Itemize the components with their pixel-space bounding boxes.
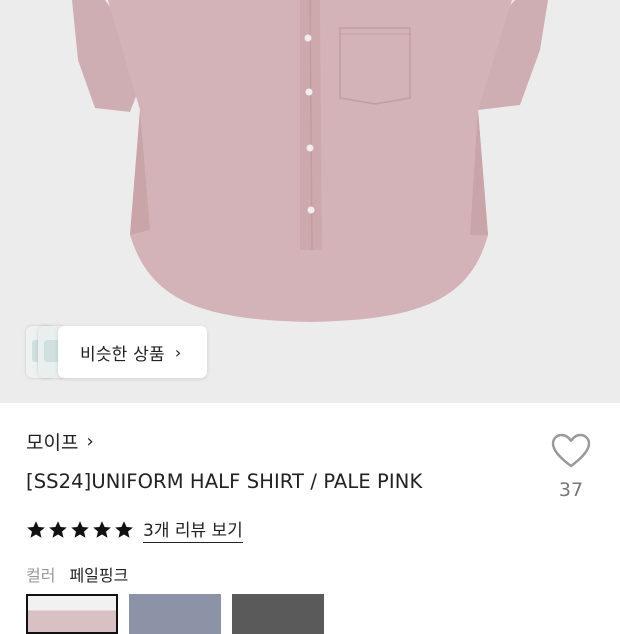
chevron-right-icon: › <box>174 342 182 362</box>
similar-products-chip[interactable]: 비슷한 상품 › <box>58 326 207 378</box>
star-icon <box>93 520 111 538</box>
star-icon <box>71 520 89 538</box>
product-image[interactable]: 비슷한 상품 › <box>0 0 620 403</box>
color-label: 컬러 <box>26 566 56 585</box>
review-link[interactable]: 3개 리뷰 보기 <box>143 516 243 543</box>
rating-row: 3개 리뷰 보기 <box>26 516 243 543</box>
star-icon <box>27 520 45 538</box>
like-count: 37 <box>558 479 584 501</box>
product-title: [SS24]UNIFORM HALF SHIRT / PALE PINK <box>26 470 423 493</box>
star-icon <box>115 520 133 538</box>
brand-link[interactable]: 모이프 › <box>26 428 94 455</box>
similar-products-button[interactable]: 비슷한 상품 › <box>26 326 207 378</box>
chevron-right-icon: › <box>86 431 94 452</box>
similar-products-label: 비슷한 상품 <box>80 344 165 365</box>
color-option: 컬러 페일핑크 <box>26 562 128 586</box>
swatch-image <box>232 594 324 634</box>
color-swatch[interactable] <box>232 594 324 634</box>
color-swatch[interactable] <box>26 594 118 634</box>
like-button[interactable]: 37 <box>549 433 593 501</box>
color-swatches <box>26 594 324 634</box>
rating-stars <box>26 520 134 540</box>
color-swatch[interactable] <box>129 594 221 634</box>
swatch-image <box>129 594 221 634</box>
star-icon <box>49 520 67 538</box>
swatch-image <box>28 596 116 632</box>
color-value: 페일핑크 <box>69 566 129 585</box>
brand-name: 모이프 <box>26 432 79 454</box>
heart-icon <box>551 433 591 468</box>
